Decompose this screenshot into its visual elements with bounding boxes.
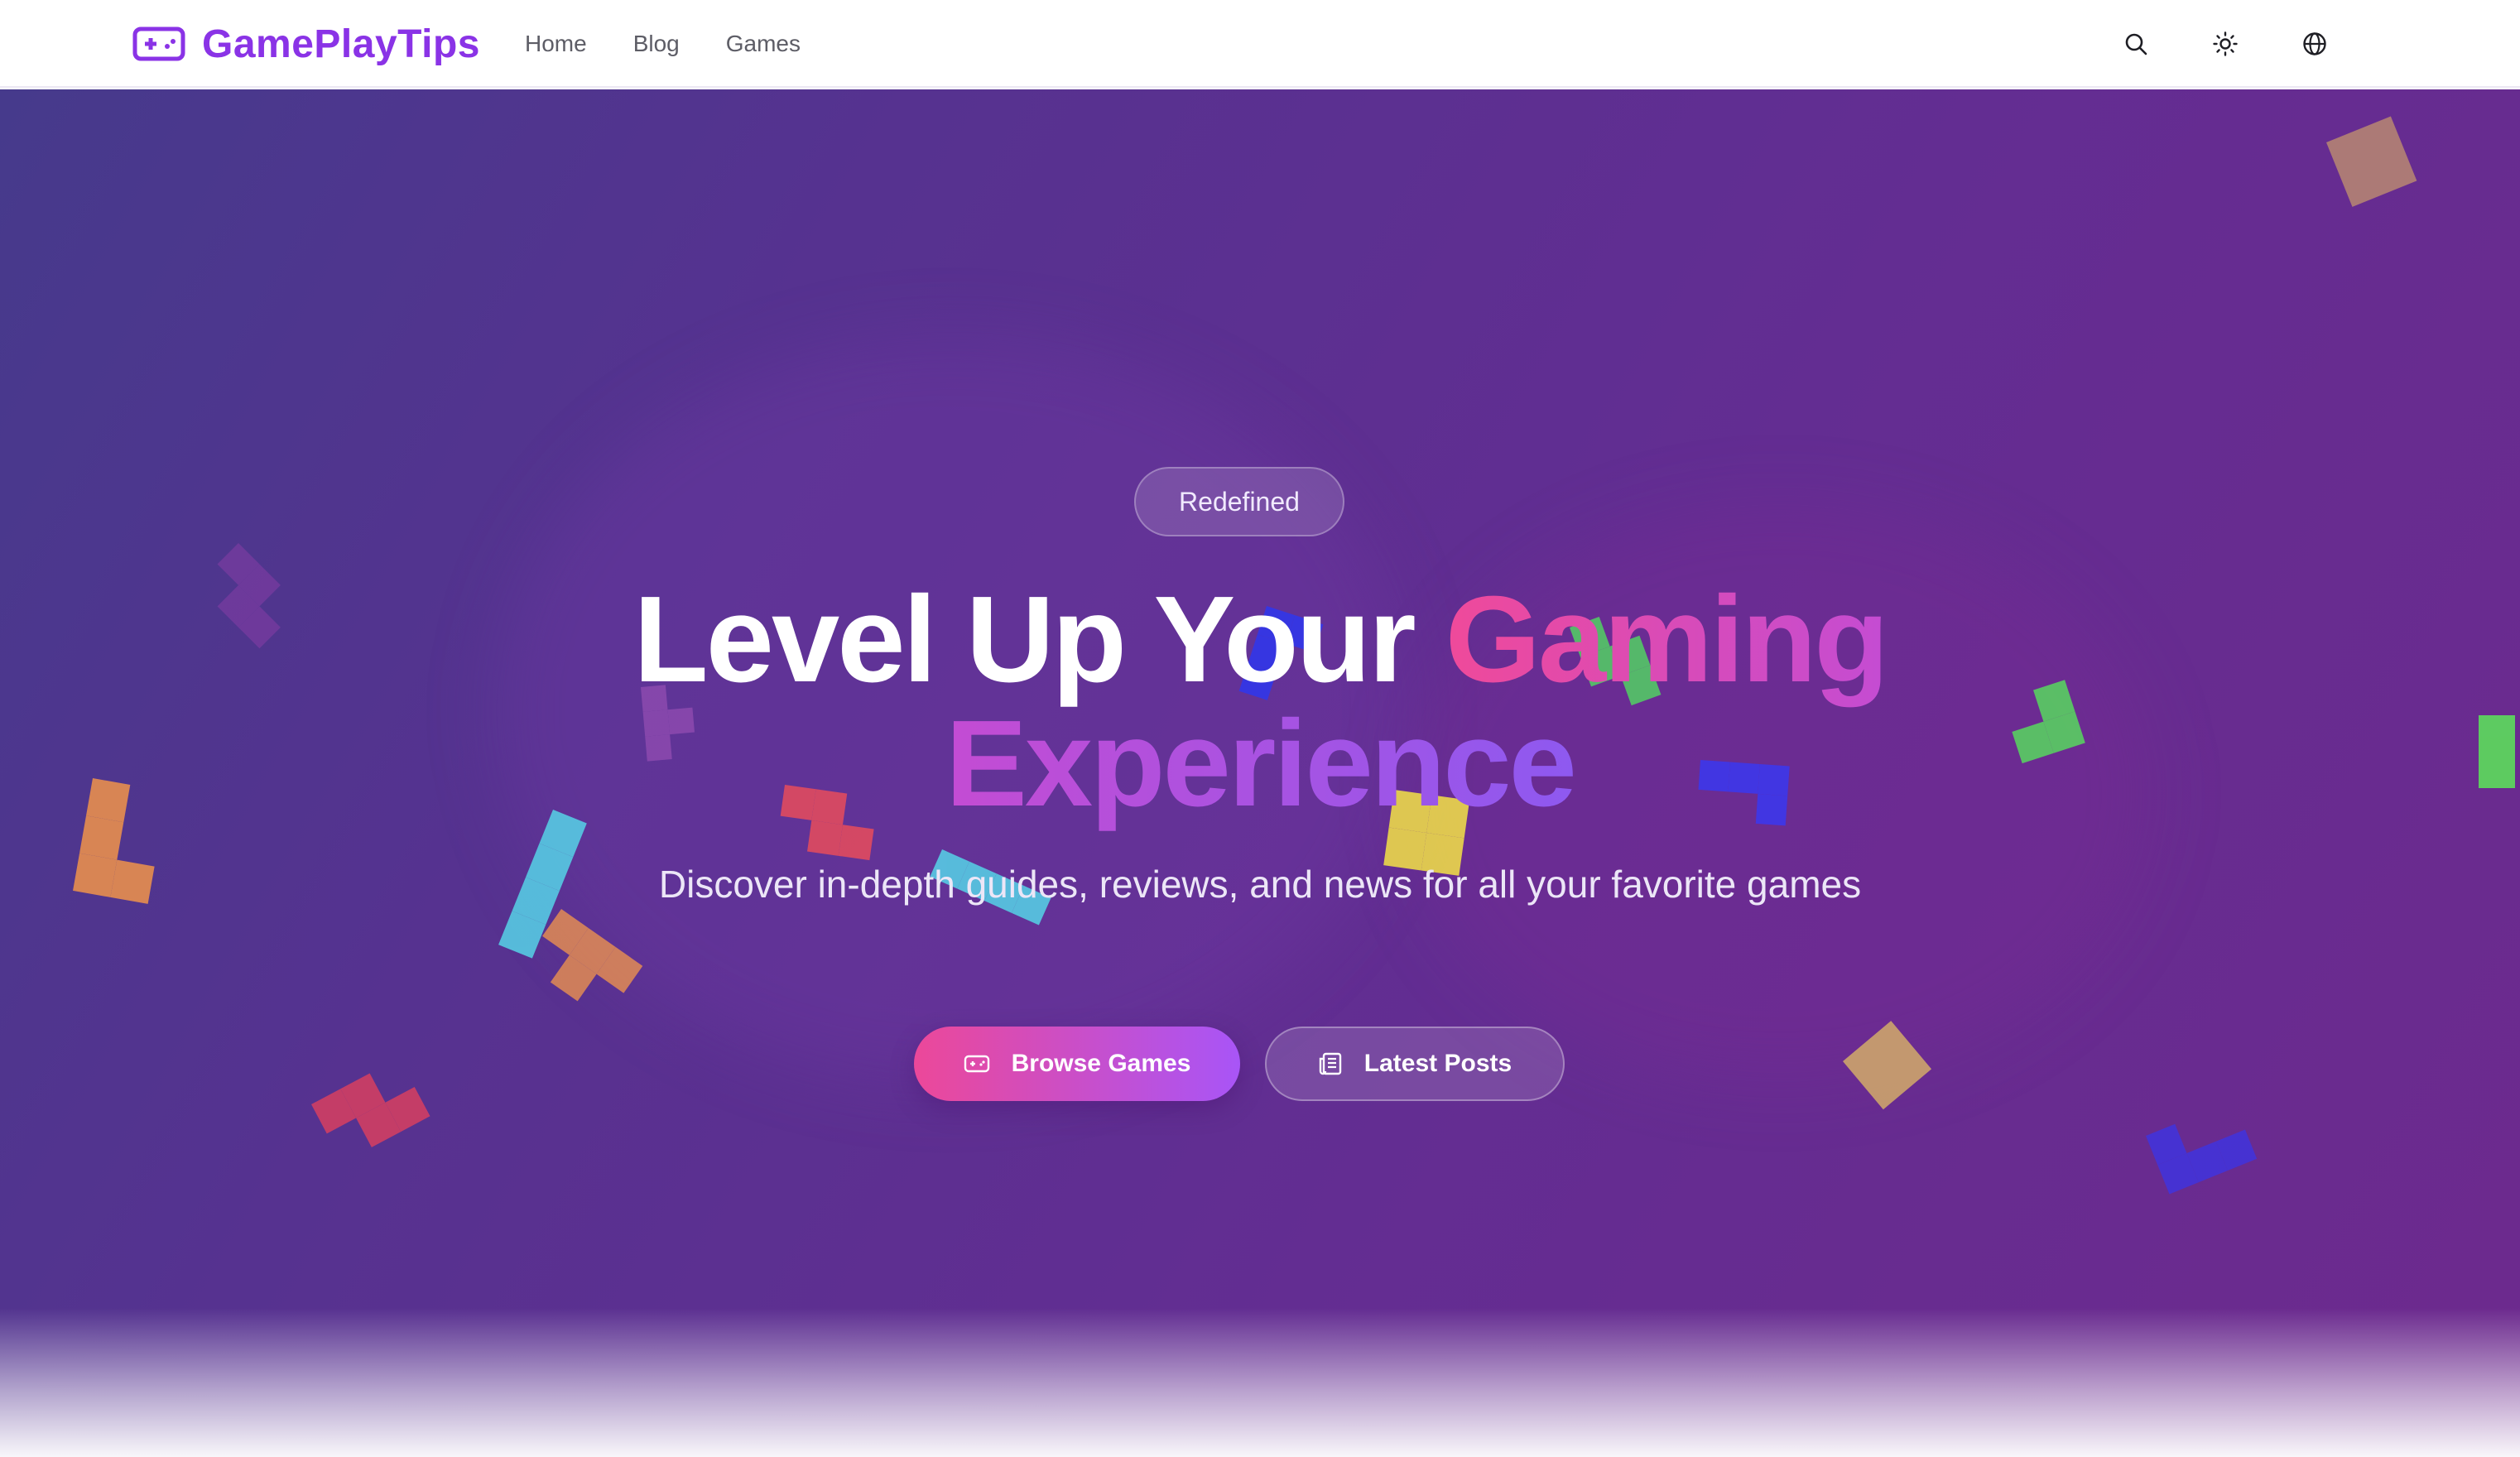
hero-subtitle: Discover in-depth guides, reviews, and n… — [658, 863, 1862, 906]
nav-link-blog[interactable]: Blog — [633, 31, 680, 57]
sun-icon — [2213, 31, 2238, 56]
hero-badge: Redefined — [1134, 467, 1344, 536]
theme-toggle-button[interactable] — [2202, 21, 2248, 67]
nav-link-home[interactable]: Home — [525, 31, 587, 57]
hero-title-part2: Gaming — [1445, 571, 1889, 708]
hero-title-part3: Experience — [945, 695, 1577, 832]
brand-name: GamePlayTips — [202, 22, 480, 66]
globe-icon — [2303, 32, 2326, 55]
main-nav: Home Blog Games — [525, 20, 801, 68]
header-actions — [2113, 15, 2338, 73]
hero-title: Level Up Your Gaming Experience — [0, 578, 2520, 826]
browse-games-label: Browse Games — [1011, 1050, 1191, 1077]
latest-posts-button[interactable]: Latest Posts — [1265, 1027, 1565, 1101]
brand-logo-link[interactable]: GamePlayTips — [132, 15, 480, 73]
hero-content: Redefined Level Up Your Gaming Experienc… — [0, 89, 2520, 1457]
latest-posts-label: Latest Posts — [1363, 1050, 1512, 1077]
browse-games-button[interactable]: Browse Games — [914, 1027, 1240, 1101]
language-button[interactable] — [2292, 21, 2338, 67]
search-button[interactable] — [2113, 21, 2159, 67]
hero-bottom-fade — [0, 1308, 2520, 1457]
nav-link-games[interactable]: Games — [726, 31, 801, 57]
hero-section: Redefined Level Up Your Gaming Experienc… — [0, 89, 2520, 1457]
newspaper-icon — [1319, 1052, 1341, 1075]
gamepad-icon — [964, 1055, 989, 1073]
top-navbar: GamePlayTips Home Blog Games — [0, 0, 2520, 88]
hero-title-part1: Level Up Your — [633, 571, 1445, 708]
gamepad-icon — [132, 26, 185, 61]
search-icon — [2125, 33, 2147, 55]
